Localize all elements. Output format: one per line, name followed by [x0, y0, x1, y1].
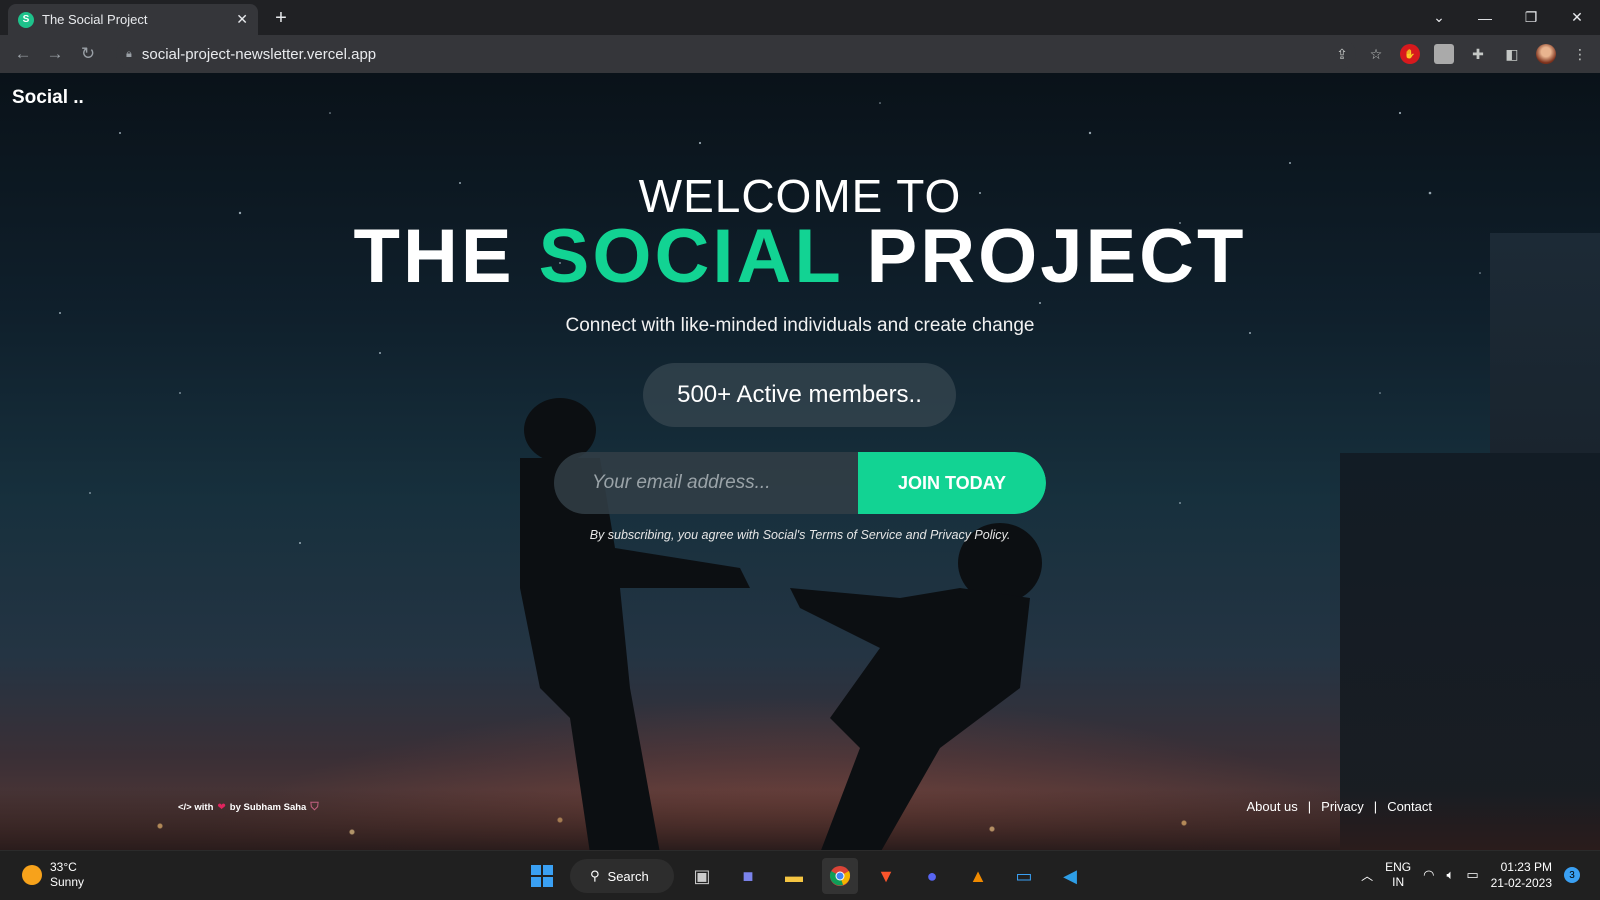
system-tray: ︿ ENG IN ◠ 🔈︎ ▭ 01:23 PM 21-02-2023 3 — [1361, 859, 1580, 891]
title-word-social: SOCIAL — [538, 214, 843, 299]
volume-muted-icon[interactable]: 🔈︎ — [1447, 867, 1455, 883]
bookmark-star-icon[interactable]: ☆ — [1366, 44, 1386, 64]
page-title: THE SOCIAL PROJECT — [0, 213, 1600, 300]
tab-search-icon[interactable]: ⌄ — [1416, 0, 1462, 35]
extension-icon[interactable] — [1434, 44, 1454, 64]
author-credit: </> with ❤ by Subham Saha ⛉ — [178, 801, 319, 814]
weather-widget[interactable]: 33°C Sunny — [22, 860, 84, 890]
address-bar-row: ← → ↻ 🔒︎ social-project-newsletter.verce… — [0, 35, 1600, 73]
notification-badge[interactable]: 3 — [1564, 867, 1580, 883]
tab-the-social-project[interactable]: S The Social Project ✕ — [8, 4, 258, 35]
lock-icon[interactable]: 🔒︎ — [126, 48, 132, 61]
menu-kebab-icon[interactable]: ⋮ — [1570, 44, 1590, 64]
discord-icon[interactable]: ● — [914, 858, 950, 894]
clock[interactable]: 01:23 PM 21-02-2023 — [1491, 859, 1552, 891]
signup-form: JOIN TODAY — [554, 452, 1046, 514]
footer-link-privacy[interactable]: Privacy — [1321, 799, 1364, 814]
email-field[interactable] — [554, 452, 858, 514]
chrome-icon[interactable] — [822, 858, 858, 894]
title-word-the: THE — [353, 214, 515, 299]
search-label: Search — [607, 868, 649, 884]
forward-icon[interactable]: → — [44, 43, 66, 65]
language-region: IN — [1392, 875, 1405, 889]
footer-link-about[interactable]: About us — [1246, 799, 1297, 814]
side-panel-icon[interactable]: ◧ — [1502, 44, 1522, 64]
taskbar: 33°C Sunny ⚲ Search ▣ ■ ▬ ▼ ● ▲ ▭ ◀ ︿ EN… — [0, 850, 1600, 900]
language-indicator[interactable]: ENG IN — [1385, 860, 1411, 890]
start-windows-icon[interactable] — [524, 858, 560, 894]
restore-button[interactable]: ❐ — [1508, 0, 1554, 35]
subtitle: Connect with like-minded individuals and… — [565, 315, 1035, 336]
clock-date: 21-02-2023 — [1490, 876, 1552, 890]
window-controls: ⌄ — ❐ ✕ — [1416, 0, 1600, 35]
wifi-icon[interactable]: ◠ — [1423, 867, 1434, 883]
brave-browser-icon[interactable]: ▼ — [868, 858, 904, 894]
search-icon: ⚲ — [590, 868, 600, 883]
vlc-icon[interactable]: ▲ — [960, 858, 996, 894]
file-explorer-icon[interactable]: ▬ — [776, 858, 812, 894]
new-tab-button[interactable]: + — [270, 7, 292, 29]
heart-icon: ❤ — [217, 802, 226, 813]
weather-text: 33°C Sunny — [50, 860, 84, 890]
temperature: 33°C — [50, 860, 77, 874]
adblock-extension-icon[interactable]: ✋ — [1400, 44, 1420, 64]
title-word-project: PROJECT — [866, 214, 1247, 299]
badge-icon: ⛉ — [310, 801, 319, 813]
weather-condition: Sunny — [50, 875, 85, 889]
language-code: ENG — [1385, 860, 1412, 874]
close-window-button[interactable]: ✕ — [1554, 0, 1600, 35]
footer-separator: | — [1373, 799, 1378, 814]
terms-notice: By subscribing, you agree with Social's … — [589, 528, 1011, 542]
brand-logo[interactable]: Social .. — [12, 87, 84, 109]
footer-links: About us | Privacy | Contact — [1246, 799, 1432, 814]
footer-separator: | — [1307, 799, 1312, 814]
page-hero: Social .. WELCOME TO THE SOCIAL PROJECT … — [0, 73, 1600, 850]
desktop-app-icon[interactable]: ▭ — [1006, 858, 1042, 894]
share-icon[interactable]: ⇪ — [1332, 44, 1352, 64]
taskbar-apps: ⚲ Search ▣ ■ ▬ ▼ ● ▲ ▭ ◀ — [524, 858, 1088, 894]
url-bar[interactable]: 🔒︎ social-project-newsletter.vercel.app — [116, 39, 1356, 69]
back-icon[interactable]: ← — [12, 43, 34, 65]
vscode-icon[interactable]: ◀ — [1052, 858, 1088, 894]
tab-title: The Social Project — [42, 12, 148, 27]
task-view-icon[interactable]: ▣ — [684, 858, 720, 894]
footer-link-contact[interactable]: Contact — [1387, 799, 1432, 814]
browser-tab-bar: S The Social Project ✕ + ⌄ — ❐ ✕ — [0, 0, 1600, 35]
profile-avatar[interactable] — [1536, 44, 1556, 64]
puzzle-extensions-icon[interactable]: ✚ — [1468, 44, 1488, 64]
chevron-up-icon[interactable]: ︿ — [1361, 867, 1373, 884]
minimize-button[interactable]: — — [1462, 0, 1508, 35]
credit-author[interactable]: by Subham Saha — [230, 802, 307, 813]
favicon-icon: S — [18, 11, 34, 28]
close-tab-icon[interactable]: ✕ — [236, 11, 248, 28]
toolbar-extensions: ⇪ ☆ ✋ ✚ ◧ ⋮ — [1332, 41, 1590, 67]
join-today-button[interactable]: JOIN TODAY — [858, 452, 1046, 514]
taskbar-search[interactable]: ⚲ Search — [570, 859, 674, 893]
battery-icon[interactable]: ▭ — [1466, 867, 1478, 883]
url-text: social-project-newsletter.vercel.app — [141, 45, 377, 63]
clock-time: 01:23 PM — [1500, 860, 1552, 874]
active-members-badge: 500+ Active members.. — [643, 363, 956, 427]
credit-code-text: </> with — [178, 802, 214, 813]
reload-icon[interactable]: ↻ — [77, 43, 99, 65]
sun-icon — [22, 865, 42, 885]
teams-chat-icon[interactable]: ■ — [730, 858, 766, 894]
